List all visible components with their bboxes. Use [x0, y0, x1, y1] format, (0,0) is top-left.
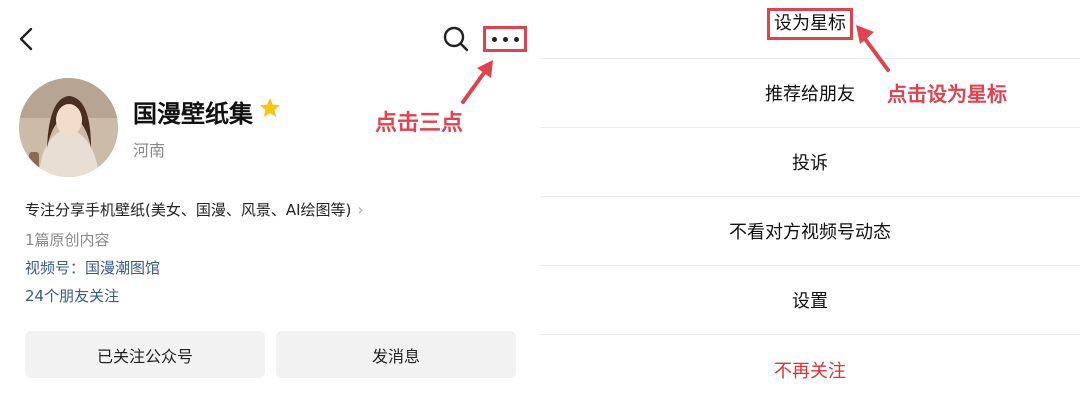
menu-item-report[interactable]: 投诉 — [540, 128, 1080, 197]
menu-item-settings[interactable]: 设置 — [540, 266, 1080, 335]
annotation-arrow — [856, 25, 890, 72]
more-options-button[interactable] — [483, 26, 527, 52]
search-button[interactable] — [441, 24, 471, 54]
intro-text: 专注分享手机壁纸(美女、国漫、风景、AI绘图等) — [25, 201, 352, 219]
annotation-click-set-star: 点击设为星标 — [887, 82, 1007, 106]
annotation-click-three-dots: 点击三点 — [375, 111, 464, 136]
annotation-arrow — [461, 60, 493, 104]
account-name: 国漫壁纸集 — [133, 100, 253, 128]
action-menu-panel: 设为星标 推荐给朋友 投诉 不看对方视频号动态 设置 不再关注 — [540, 0, 1080, 403]
original-content-count[interactable]: 1篇原创内容 — [25, 229, 110, 250]
send-message-button[interactable]: 发消息 — [276, 331, 516, 378]
friends-following-link[interactable]: 24个朋友关注 — [25, 285, 119, 306]
search-icon — [443, 26, 469, 52]
followed-button[interactable]: 已关注公众号 — [25, 331, 265, 378]
account-profile-panel: 点击三点 国漫壁纸集 河南 专注分享手机壁纸(美女、国漫、风景、AI绘图等) ›… — [0, 0, 540, 403]
chevron-right-icon: › — [357, 200, 364, 219]
account-intro[interactable]: 专注分享手机壁纸(美女、国漫、风景、AI绘图等) › — [25, 199, 364, 220]
avatar-image — [19, 78, 118, 177]
menu-item-unfollow[interactable]: 不再关注 — [540, 335, 1080, 403]
menu-item-set-star[interactable]: 设为星标 — [540, 0, 1080, 59]
account-region: 河南 — [133, 141, 166, 160]
account-avatar[interactable] — [19, 78, 118, 177]
more-icon-dot — [491, 36, 497, 42]
more-icon-dot — [513, 36, 519, 42]
menu-item-label: 设为星标 — [767, 8, 853, 40]
back-button[interactable] — [14, 24, 38, 54]
star-icon — [260, 98, 280, 117]
menu-item-hide-channel-updates[interactable]: 不看对方视频号动态 — [540, 197, 1080, 266]
channels-link[interactable]: 视频号：国漫潮图馆 — [25, 257, 160, 278]
chevron-left-icon — [19, 27, 33, 51]
more-icon-dot — [502, 36, 508, 42]
